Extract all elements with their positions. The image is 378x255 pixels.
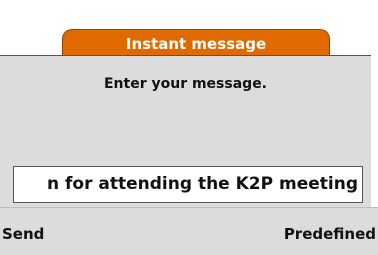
scrollbar-track [371,50,378,207]
send-softkey[interactable]: Send [2,225,44,243]
predefined-softkey[interactable]: Predefined [284,225,376,243]
window-title: Instant message [125,35,267,53]
message-input[interactable]: n for attending the K2P meeting [13,166,363,203]
title-tab: Instant message [62,29,330,55]
message-text: n for attending the K2P meeting [47,174,358,194]
softkey-bar: Send Predefined [0,207,378,255]
instruction-label: Enter your message. [103,76,268,92]
message-panel: Enter your message. n for attending the … [0,55,371,207]
